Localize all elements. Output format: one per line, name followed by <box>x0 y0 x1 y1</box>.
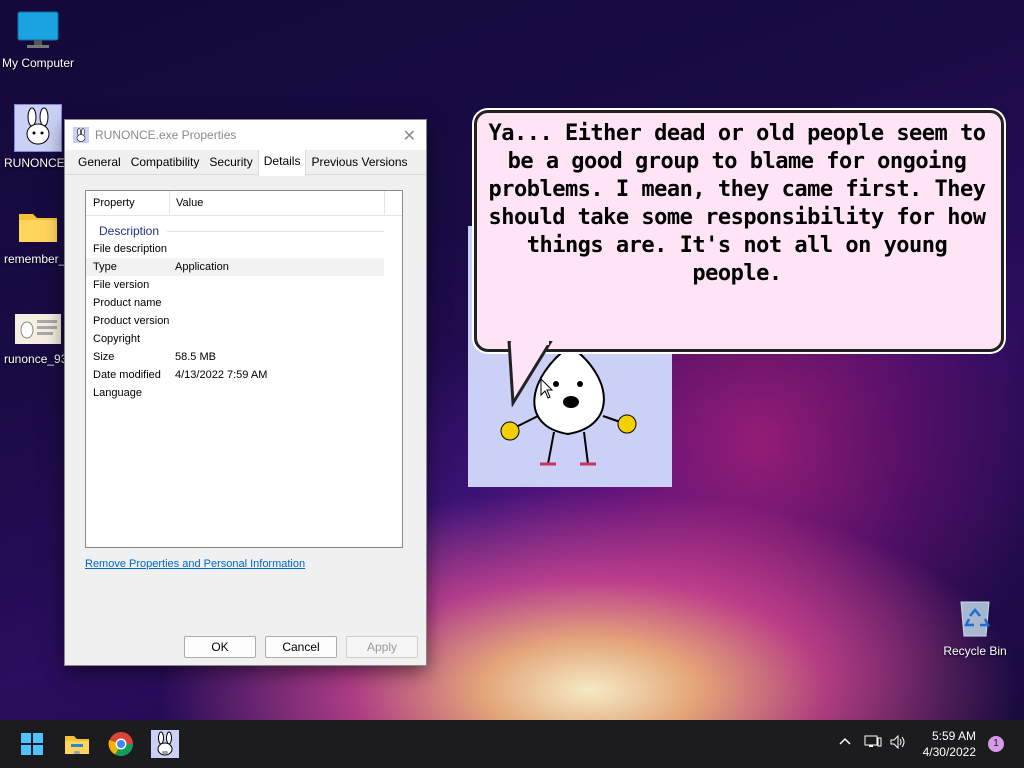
property-name: Language <box>93 387 142 399</box>
monitor-icon <box>16 8 60 52</box>
table-row[interactable]: Date modified 4/13/2022 7:59 AM <box>86 366 402 384</box>
chevron-up-icon[interactable] <box>838 734 852 752</box>
system-clock[interactable]: 5:59 AM 4/30/2022 <box>923 728 976 760</box>
running-indicator <box>74 751 80 754</box>
list-header: Property Value <box>86 191 402 216</box>
property-value: Application <box>175 261 229 273</box>
bunny-icon <box>73 127 89 143</box>
property-value: 4/13/2022 7:59 AM <box>175 369 268 381</box>
table-row[interactable]: Language <box>86 384 402 402</box>
tab-details[interactable]: Details <box>257 148 307 176</box>
table-row[interactable]: Type Application <box>86 258 384 276</box>
recycle-bin-icon <box>953 596 997 640</box>
desktop-icon-label: Recycle Bin <box>943 644 1007 658</box>
close-icon[interactable]: ✕ <box>403 126 416 146</box>
start-button[interactable] <box>18 730 46 758</box>
title-bar[interactable]: RUNONCE.exe Properties ✕ <box>65 120 426 150</box>
notification-badge[interactable]: 1 <box>988 736 1004 752</box>
tab-previous-versions[interactable]: Previous Versions <box>306 150 412 174</box>
taskbar: 5:59 AM 4/30/2022 1 <box>0 720 1024 768</box>
details-list[interactable]: Property Value Description File descript… <box>85 190 403 548</box>
window-title: RUNONCE.exe Properties <box>95 128 237 142</box>
remove-properties-link[interactable]: Remove Properties and Personal Informati… <box>85 558 305 570</box>
properties-window: RUNONCE.exe Properties ✕ General Compati… <box>64 119 427 666</box>
ok-button[interactable]: OK <box>184 636 256 658</box>
desktop-icon-my-computer[interactable]: My Computer <box>0 8 76 70</box>
property-name: File version <box>93 279 150 291</box>
property-name: Date modified <box>93 369 161 381</box>
table-row[interactable]: File description <box>86 240 402 258</box>
property-name: Size <box>93 351 115 363</box>
tab-security[interactable]: Security <box>204 150 257 174</box>
volume-icon[interactable] <box>889 734 907 754</box>
property-name: Copyright <box>93 333 141 345</box>
chrome-button[interactable] <box>107 730 135 758</box>
tab-general[interactable]: General <box>73 150 126 174</box>
table-row[interactable]: Copyright <box>86 330 402 348</box>
apply-button[interactable]: Apply <box>346 636 418 658</box>
table-row[interactable]: File version <box>86 276 402 294</box>
chrome-icon <box>108 732 133 757</box>
column-header-value[interactable]: Value <box>170 191 385 215</box>
network-icon[interactable] <box>864 734 882 754</box>
speech-text: Ya... Either dead or old people seem to … <box>488 121 986 286</box>
bunny-icon <box>14 104 62 152</box>
clock-date: 4/30/2022 <box>922 745 976 759</box>
windows-logo-icon <box>21 733 43 755</box>
running-indicator <box>162 751 168 754</box>
image-thumbnail-icon <box>15 314 61 344</box>
cancel-button[interactable]: Cancel <box>265 636 337 658</box>
group-divider <box>167 230 384 232</box>
property-name: File description <box>93 243 167 255</box>
clock-time: 5:59 AM <box>931 729 976 743</box>
property-name: Product name <box>93 297 162 309</box>
column-header-property[interactable]: Property <box>86 191 170 215</box>
property-value: 58.5 MB <box>175 351 216 363</box>
tab-compatibility[interactable]: Compatibility <box>126 150 205 174</box>
runonce-taskbar-button[interactable] <box>151 730 179 758</box>
tab-strip: General Compatibility Security Details P… <box>65 148 426 176</box>
desktop-icon-label: My Computer <box>1 56 75 70</box>
file-explorer-button[interactable] <box>63 730 91 758</box>
property-name: Type <box>93 261 117 273</box>
table-row[interactable]: Size 58.5 MB <box>86 348 402 366</box>
table-row[interactable]: Product name <box>86 294 402 312</box>
property-name: Product version <box>93 315 170 327</box>
desktop-icon-recycle-bin[interactable]: Recycle Bin <box>937 596 1013 658</box>
group-header: Description <box>86 216 402 240</box>
table-row[interactable]: Product version <box>86 312 402 330</box>
mouse-cursor-icon <box>540 378 554 399</box>
folder-icon <box>16 204 60 248</box>
group-label: Description <box>99 224 160 238</box>
